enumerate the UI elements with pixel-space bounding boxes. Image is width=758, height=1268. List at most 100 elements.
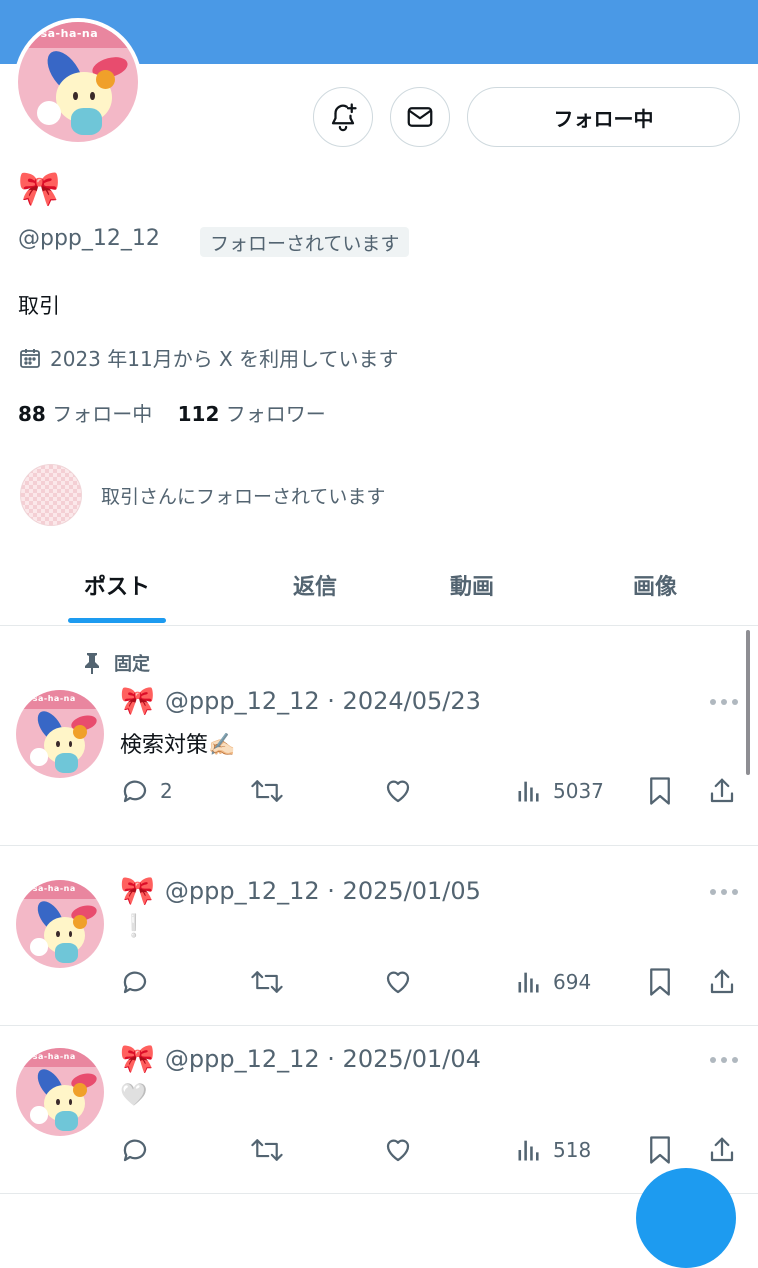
joined-date: 2023 年11月から X を利用しています — [18, 343, 399, 372]
following-link[interactable]: 88 フォロー中 — [18, 402, 152, 426]
post-display-name: 🎀 — [120, 874, 155, 907]
share-icon — [710, 969, 734, 994]
profile-bio: 取引 — [18, 294, 60, 318]
pin-icon — [85, 653, 99, 674]
post-header: 🎀 @ppp_12_12 · 2025/01/05 — [120, 874, 481, 907]
like-button[interactable] — [383, 776, 413, 806]
like-button[interactable] — [383, 967, 413, 997]
mail-icon — [407, 107, 433, 127]
repost-icon — [251, 780, 283, 802]
calendar-icon — [20, 348, 40, 368]
post-handle[interactable]: @ppp_12_12 — [165, 877, 320, 905]
views-count: 518 — [553, 1138, 592, 1162]
tab-videos[interactable]: 動画 — [415, 545, 529, 625]
follow-counts: 88 フォロー中 112 フォロワー — [18, 398, 326, 427]
like-icon — [386, 780, 410, 803]
compose-fab[interactable] — [636, 1168, 736, 1268]
bookmark-button[interactable] — [647, 1135, 673, 1165]
avatar-banner-text: a-sa-ha-na — [23, 693, 76, 703]
bookmark-icon — [650, 968, 670, 996]
post-divider — [0, 1025, 758, 1026]
display-name: 🎀 — [18, 169, 61, 209]
repost-button[interactable] — [250, 1135, 284, 1165]
bell-plus-icon — [331, 103, 357, 132]
post-handle[interactable]: @ppp_12_12 — [165, 1045, 320, 1073]
views-icon — [518, 1140, 539, 1161]
follower-avatar — [20, 464, 82, 526]
followed-by[interactable]: 取引さんにフォローされています — [20, 464, 385, 526]
share-button[interactable] — [707, 967, 737, 997]
share-icon — [710, 778, 734, 803]
like-button[interactable] — [383, 1135, 413, 1165]
avatar-banner-text: a-sa-ha-na — [23, 1051, 76, 1061]
more-icon[interactable] — [709, 1056, 739, 1064]
post-date[interactable]: 2024/05/23 — [343, 687, 481, 715]
reply-icon — [123, 971, 147, 994]
reply-button[interactable] — [120, 1135, 160, 1165]
post-avatar[interactable]: a-sa-ha-na — [16, 880, 104, 968]
followers-label: フォロワー — [225, 402, 326, 426]
joined-text: 2023 年11月から X を利用しています — [50, 347, 399, 371]
repost-icon — [251, 1139, 283, 1161]
profile-avatar[interactable]: a-sa-ha-na — [14, 18, 142, 146]
followers-link[interactable]: 112 フォロワー — [178, 402, 326, 426]
post-date[interactable]: 2025/01/04 — [343, 1045, 481, 1073]
views-icon — [518, 781, 539, 802]
post-header: 🎀 @ppp_12_12 · 2024/05/23 — [120, 684, 481, 717]
bookmark-icon — [650, 777, 670, 805]
reply-icon — [123, 1139, 147, 1162]
post-text: 🤍 — [120, 1083, 148, 1108]
repost-icon — [251, 971, 283, 993]
post-divider — [0, 845, 758, 846]
tab-replies[interactable]: 返信 — [258, 545, 372, 625]
message-button[interactable] — [390, 87, 450, 147]
post-avatar[interactable]: a-sa-ha-na — [16, 690, 104, 778]
repost-button[interactable] — [250, 967, 284, 997]
post-date[interactable]: 2025/01/05 — [343, 877, 481, 905]
post-header: 🎀 @ppp_12_12 · 2025/01/04 — [120, 1042, 481, 1075]
notifications-button[interactable] — [313, 87, 373, 147]
share-icon — [710, 1137, 734, 1162]
views-button[interactable]: 518 — [515, 1135, 591, 1165]
scrollbar[interactable] — [746, 630, 750, 775]
post-text: 検索対策✍🏻 — [120, 733, 236, 758]
following-button[interactable]: フォロー中 — [467, 87, 740, 147]
like-icon — [386, 1139, 410, 1162]
post-display-name: 🎀 — [120, 1042, 155, 1075]
following-count: 88 — [18, 402, 46, 426]
follows-you-badge: フォローされています — [200, 227, 410, 257]
post-display-name: 🎀 — [120, 684, 155, 717]
pinned-label: 固定 — [82, 650, 150, 676]
repost-button[interactable] — [250, 776, 284, 806]
views-icon — [518, 972, 539, 993]
followed-by-text: 取引さんにフォローされています — [101, 485, 386, 508]
views-button[interactable]: 694 — [515, 967, 591, 997]
profile-handle: @ppp_12_12 — [18, 226, 160, 251]
reply-button[interactable] — [120, 967, 160, 997]
reply-icon — [123, 780, 147, 803]
followers-count: 112 — [177, 402, 220, 426]
more-icon[interactable] — [709, 888, 739, 896]
following-label: フォロー中 — [52, 402, 153, 426]
bookmark-icon — [650, 1136, 670, 1164]
like-icon — [386, 971, 410, 994]
active-tab-indicator — [68, 618, 166, 623]
share-button[interactable] — [707, 1135, 737, 1165]
bookmark-button[interactable] — [647, 967, 673, 997]
views-count: 694 — [553, 970, 592, 994]
views-button[interactable]: 5037 — [515, 776, 604, 806]
tab-images[interactable]: 画像 — [598, 545, 712, 625]
more-icon[interactable] — [709, 698, 739, 706]
share-button[interactable] — [707, 776, 737, 806]
views-count: 5037 — [553, 779, 604, 803]
reply-count: 2 — [160, 779, 173, 803]
bookmark-button[interactable] — [647, 776, 673, 806]
tab-posts[interactable]: ポスト — [60, 545, 174, 625]
avatar-banner-text: a-sa-ha-na — [23, 883, 76, 893]
post-text: ❕ — [120, 914, 148, 939]
post-avatar[interactable]: a-sa-ha-na — [16, 1048, 104, 1136]
profile-tabs: ポスト 返信 動画 画像 — [0, 545, 758, 626]
reply-button[interactable]: 2 — [120, 776, 173, 806]
post-handle[interactable]: @ppp_12_12 — [165, 687, 320, 715]
pinned-text: 固定 — [114, 654, 150, 675]
